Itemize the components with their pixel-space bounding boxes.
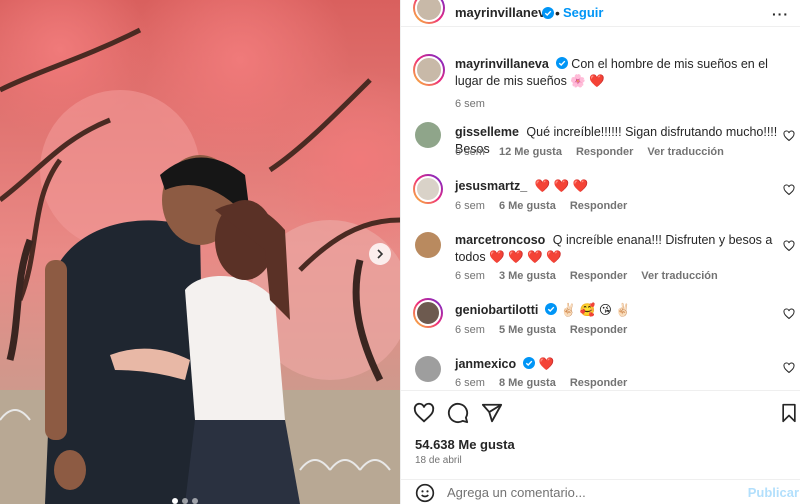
post-header: mayrinvillaneva • Seguir ···: [401, 0, 800, 27]
reply-button[interactable]: Responder: [570, 324, 627, 336]
comment-likes[interactable]: 5 Me gusta: [499, 324, 556, 336]
caption-avatar[interactable]: [413, 54, 445, 86]
comment-meta: 6 sem 8 Me gusta Responder: [455, 377, 627, 389]
comment-time: 6 sem: [455, 146, 485, 158]
add-comment-bar: Publicar: [401, 479, 800, 504]
verified-badge-icon: [542, 7, 554, 19]
heart-icon[interactable]: [783, 130, 795, 142]
carousel-dot: [192, 498, 198, 504]
comment-meta: 6 sem 5 Me gusta Responder: [455, 324, 627, 336]
post-photo[interactable]: [0, 0, 400, 504]
author-avatar[interactable]: [413, 0, 445, 24]
post-side-panel: mayrinvillaneva • Seguir ··· mayrinvilla…: [400, 0, 800, 504]
caption-meta: 6 sem: [455, 98, 485, 110]
post-date: 18 de abril: [415, 455, 462, 466]
comment-username[interactable]: jesusmartz_: [455, 179, 527, 193]
carousel-dots: [172, 498, 198, 504]
carousel-dot: [172, 498, 178, 504]
reply-button[interactable]: Responder: [576, 146, 633, 158]
publish-button[interactable]: Publicar: [748, 485, 799, 500]
comment-username[interactable]: geniobartilotti: [455, 303, 538, 317]
photo-image: [0, 0, 400, 504]
comment-time: 6 sem: [455, 200, 485, 212]
comment-text-block: janmexico ❤️: [455, 356, 785, 373]
verified-badge-icon: [555, 57, 568, 69]
comment-time: 6 sem: [455, 324, 485, 336]
share-icon[interactable]: [481, 402, 503, 424]
like-heart-icon[interactable]: [413, 402, 435, 424]
comment-username[interactable]: janmexico: [455, 357, 516, 371]
reply-button[interactable]: Responder: [570, 270, 627, 282]
heart-icon[interactable]: [783, 240, 795, 252]
comment-time: 6 sem: [455, 377, 485, 389]
follow-button[interactable]: Seguir: [563, 5, 603, 20]
chevron-right-icon: [377, 249, 384, 259]
likes-count[interactable]: 54.638 Me gusta: [415, 437, 515, 452]
post-actions: 54.638 Me gusta 18 de abril Publicar: [401, 390, 800, 504]
reply-button[interactable]: Responder: [570, 200, 627, 212]
translate-button[interactable]: Ver traducción: [647, 146, 723, 158]
verified-badge-icon: [545, 303, 558, 315]
comment-username[interactable]: gisselleme: [455, 125, 519, 139]
verified-badge-icon: [523, 357, 536, 369]
comment-username[interactable]: marcetroncoso: [455, 233, 545, 247]
comment-text: ❤️: [538, 357, 555, 371]
comment-meta: 6 sem 6 Me gusta Responder: [455, 200, 627, 212]
comment-text-block: geniobartilotti ✌🏻 🥰 😘 ✌🏻: [455, 302, 785, 319]
comment-likes[interactable]: 8 Me gusta: [499, 377, 556, 389]
caption-username[interactable]: mayrinvillaneva: [455, 57, 549, 71]
translate-button[interactable]: Ver traducción: [641, 270, 717, 282]
comment-likes[interactable]: 12 Me gusta: [499, 146, 562, 158]
comment-time: 6 sem: [455, 270, 485, 282]
comment-avatar[interactable]: [415, 356, 441, 382]
comment-avatar[interactable]: [413, 298, 443, 328]
heart-icon[interactable]: [783, 184, 795, 196]
bookmark-icon[interactable]: [779, 403, 799, 423]
comment-avatar[interactable]: [415, 232, 441, 258]
more-options-button[interactable]: ···: [772, 6, 789, 22]
caption-time: 6 sem: [455, 98, 485, 110]
comment-meta: 6 sem 12 Me gusta Responder Ver traducci…: [455, 146, 724, 158]
comment-text-block: marcetroncoso Q increíble enana!!! Disfr…: [455, 232, 785, 266]
comment-text: ✌🏻 🥰 😘 ✌🏻: [560, 303, 631, 317]
comment-likes[interactable]: 6 Me gusta: [499, 200, 556, 212]
heart-icon[interactable]: [783, 362, 795, 374]
comment-icon[interactable]: [447, 402, 469, 424]
comment-meta: 6 sem 3 Me gusta Responder Ver traducció…: [455, 270, 718, 282]
emoji-icon[interactable]: [415, 483, 435, 503]
comments-list[interactable]: mayrinvillaneva Con el hombre de mis sue…: [401, 28, 800, 390]
author-username[interactable]: mayrinvillaneva: [455, 5, 553, 20]
caption-text-block: mayrinvillaneva Con el hombre de mis sue…: [455, 56, 785, 90]
carousel-next-button[interactable]: [369, 243, 391, 265]
comment-input[interactable]: [447, 485, 727, 500]
comment-avatar[interactable]: [413, 174, 443, 204]
comment-text: ❤️ ❤️ ❤️: [534, 179, 589, 193]
heart-icon[interactable]: [783, 308, 795, 320]
reply-button[interactable]: Responder: [570, 377, 627, 389]
comment-text-block: jesusmartz_ ❤️ ❤️ ❤️: [455, 178, 785, 195]
comment-likes[interactable]: 3 Me gusta: [499, 270, 556, 282]
carousel-dot: [182, 498, 188, 504]
header-separator: •: [555, 5, 560, 21]
comment-avatar[interactable]: [415, 122, 441, 148]
